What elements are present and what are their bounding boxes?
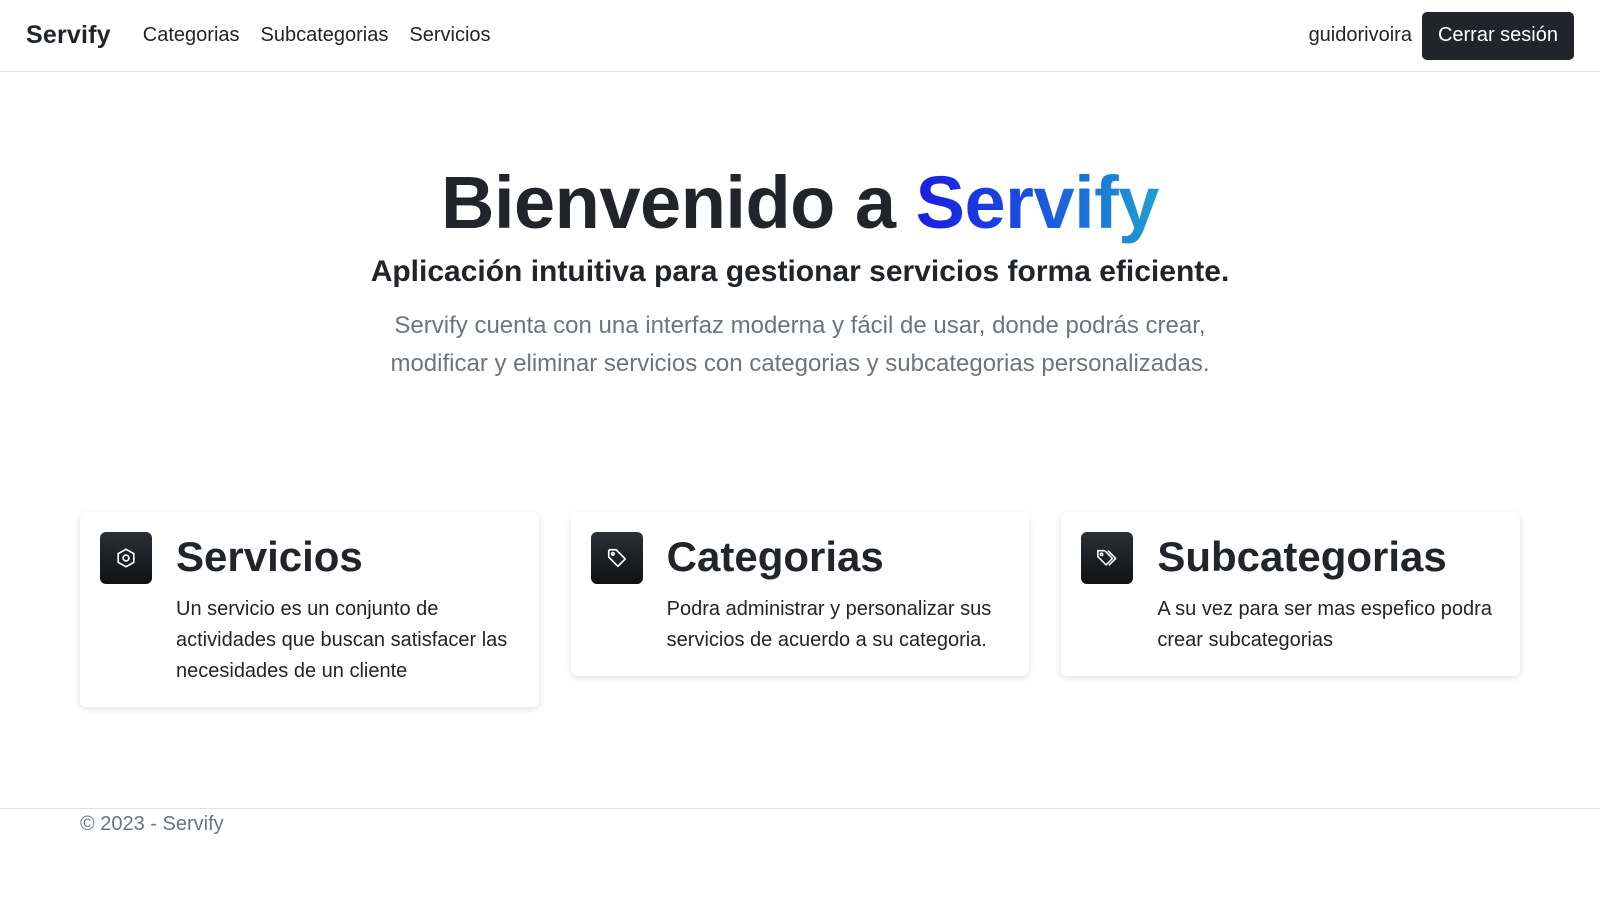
footer: © 2023 - Servify xyxy=(0,808,1600,836)
nav-links: Categorias Subcategorias Servicios xyxy=(143,24,491,47)
card-text: Un servicio es un conjunto de actividade… xyxy=(176,598,508,682)
card-text: Podra administrar y personalizar sus ser… xyxy=(666,598,992,651)
feature-cards: Servicios Un servicio es un conjunto de … xyxy=(80,512,1521,707)
card-text: A su vez para ser mas espefico podra cre… xyxy=(1157,598,1492,651)
nav-user-area: guidorivoira Cerrar sesión xyxy=(1308,11,1574,60)
hexagon-icon xyxy=(100,532,152,584)
feature-card-subcategorias: Subcategorias A su vez para ser mas espe… xyxy=(1061,512,1521,676)
hero-title: Bienvenido a Servify xyxy=(0,160,1600,245)
feature-card-categorias: Categorias Podra administrar y personali… xyxy=(570,512,1030,676)
hero-lead: Aplicación intuitiva para gestionar serv… xyxy=(370,255,1230,289)
navbar: Servify Categorias Subcategorias Servici… xyxy=(0,0,1600,72)
footer-copyright: © 2023 - Servify xyxy=(80,813,224,835)
card-body: Servicios Un servicio es un conjunto de … xyxy=(176,532,519,687)
hero-title-highlight: Servify xyxy=(915,161,1160,244)
card-title: Categorias xyxy=(666,533,884,580)
hero-title-prefix: Bienvenido a xyxy=(441,161,916,244)
tags-icon xyxy=(1081,532,1134,584)
tag-icon xyxy=(590,532,643,584)
logout-button[interactable]: Cerrar sesión xyxy=(1421,11,1574,60)
feature-card-servicios: Servicios Un servicio es un conjunto de … xyxy=(80,512,539,707)
username-label: guidorivoira xyxy=(1308,24,1412,46)
hero-section: Bienvenido a Servify Aplicación intuitiv… xyxy=(0,160,1600,383)
nav-link-servicios[interactable]: Servicios xyxy=(409,24,490,47)
hero-description: Servify cuenta con una interfaz moderna … xyxy=(390,312,1210,378)
card-body: Subcategorias A su vez para ser mas espe… xyxy=(1157,532,1500,656)
brand-link[interactable]: Servify xyxy=(26,21,111,50)
nav-link-categorias[interactable]: Categorias xyxy=(143,24,240,47)
card-title: Subcategorias xyxy=(1157,533,1447,580)
card-title: Servicios xyxy=(176,533,363,580)
nav-link-subcategorias[interactable]: Subcategorias xyxy=(261,24,389,47)
card-body: Categorias Podra administrar y personali… xyxy=(667,532,1010,656)
